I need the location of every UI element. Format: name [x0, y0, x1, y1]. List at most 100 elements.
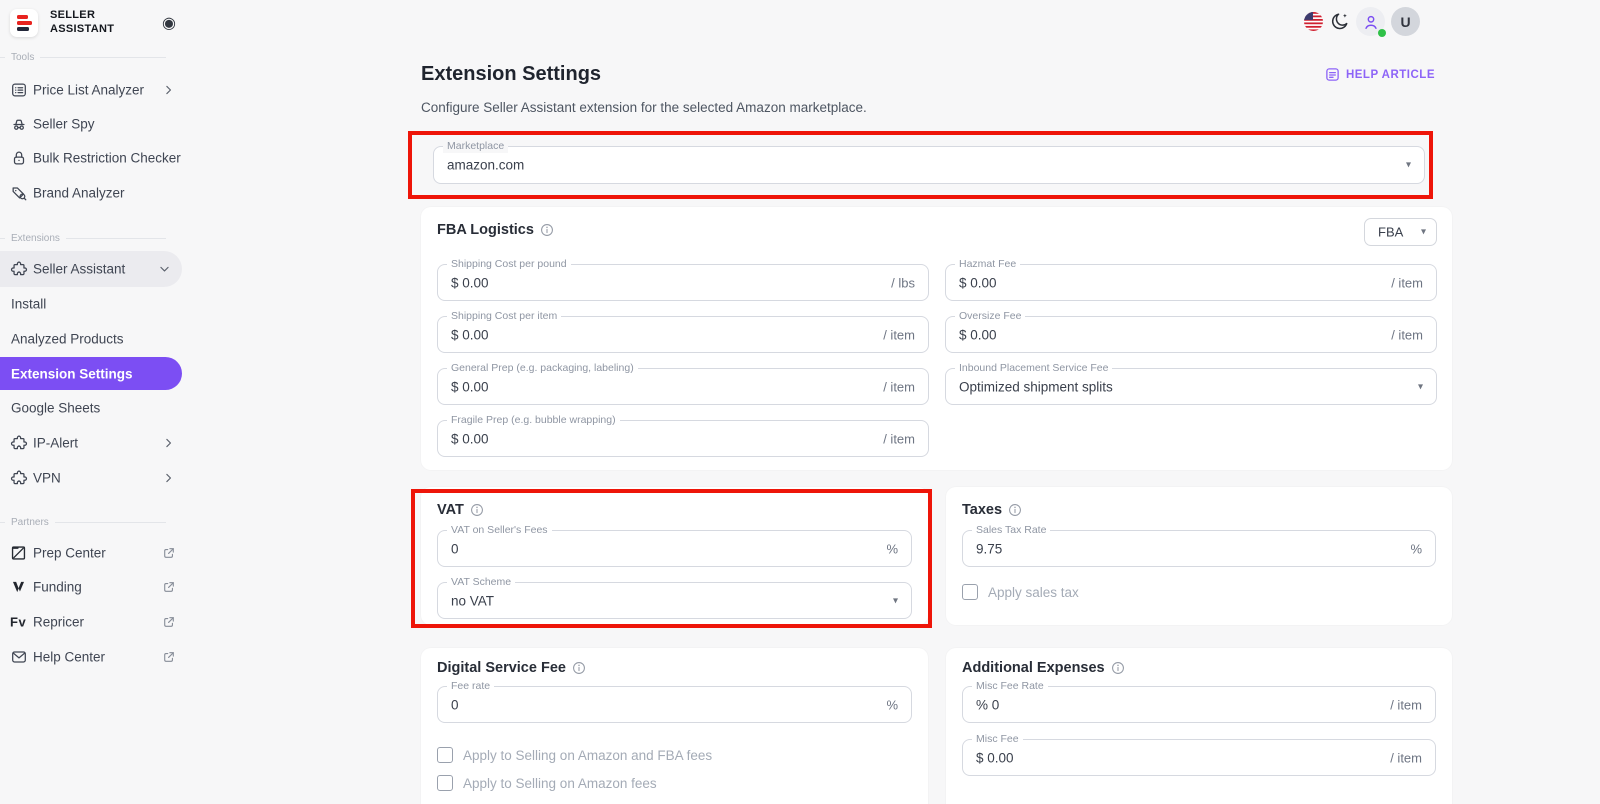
sidebar-item-analyzed-products[interactable]: Analyzed Products	[0, 322, 186, 356]
field-value: $ 0.00	[451, 431, 489, 446]
field-unit: %	[886, 697, 898, 712]
sidebar-item-price-list-analyzer[interactable]: Price List Analyzer	[0, 73, 186, 107]
field-label: Oversize Fee	[955, 310, 1026, 323]
general-prep-field[interactable]: General Prep (e.g. packaging, labeling) …	[437, 362, 929, 405]
sidebar-section-tools: Tools	[0, 50, 186, 64]
chevron-right-icon	[162, 84, 175, 97]
language-flag-icon[interactable]	[1304, 12, 1323, 31]
sidebar-item-label: Install	[11, 296, 47, 312]
sidebar-item-label: IP-Alert	[33, 435, 79, 451]
misc-fee-field[interactable]: Misc Fee $ 0.00 / item	[962, 733, 1436, 776]
page-subtitle: Configure Seller Assistant extension for…	[421, 100, 867, 115]
logo-bar	[17, 21, 32, 25]
sidebar-item-google-sheets[interactable]: Google Sheets	[0, 391, 186, 425]
field-label: Misc Fee	[972, 733, 1023, 746]
sidebar-item-seller-spy[interactable]: Seller Spy	[0, 107, 186, 141]
field-value: $ 0.00	[451, 327, 489, 342]
apply-sales-tax-checkbox[interactable]: Apply sales tax	[962, 584, 1079, 600]
info-icon[interactable]	[540, 223, 554, 237]
section-label: Partners	[11, 516, 49, 528]
chevron-right-icon	[162, 437, 175, 450]
checkbox-icon[interactable]	[962, 584, 978, 600]
marketplace-select[interactable]: Marketplace amazon.com ▾	[433, 140, 1425, 184]
page-title: Extension Settings	[421, 63, 602, 85]
field-value: % 0	[976, 697, 1000, 712]
taxes-card: Taxes Sales Tax Rate 9.75 % Apply sales …	[946, 487, 1452, 625]
card-title-text: Taxes	[962, 502, 1003, 518]
info-icon[interactable]	[1111, 661, 1125, 675]
checkbox-label: Apply sales tax	[988, 584, 1079, 600]
shipping-cost-per-item-field[interactable]: Shipping Cost per item $ 0.00 / item	[437, 310, 929, 353]
field-value: Optimized shipment splits	[959, 379, 1113, 394]
avatar-initial: U	[1400, 13, 1411, 30]
chevron-down-icon: ▾	[1405, 159, 1411, 171]
sidebar-item-install[interactable]: Install	[0, 287, 186, 321]
fba-mode-select[interactable]: FBA ▾	[1364, 218, 1437, 246]
tag-search-icon	[10, 184, 28, 202]
field-value: $ 0.00	[451, 379, 489, 394]
field-label: VAT on Seller's Fees	[447, 524, 552, 537]
checkbox-icon[interactable]	[437, 747, 453, 763]
sidebar-item-funding[interactable]: Funding	[0, 570, 186, 604]
sidebar-item-repricer[interactable]: Fv Repricer	[0, 605, 186, 639]
apply-amazon-fees-checkbox[interactable]: Apply to Selling on Amazon fees	[437, 775, 657, 791]
sidebar: SELLER ASSISTANT ◉ Tools Price List Anal…	[0, 0, 186, 804]
shipping-cost-per-pound-field[interactable]: Shipping Cost per pound $ 0.00 / lbs	[437, 258, 929, 301]
puzzle-icon	[10, 469, 28, 487]
logo-bar	[17, 15, 28, 19]
field-unit: / lbs	[891, 275, 915, 290]
info-icon[interactable]	[470, 503, 484, 517]
vat-title: VAT	[437, 502, 484, 518]
brand-logo-row: SELLER ASSISTANT ◉	[0, 0, 186, 48]
sales-tax-rate-field[interactable]: Sales Tax Rate 9.75 %	[962, 524, 1436, 567]
sidebar-item-label: Seller Spy	[33, 116, 95, 132]
article-icon	[1325, 67, 1340, 82]
vat-on-sellers-fees-field[interactable]: VAT on Seller's Fees 0 %	[437, 524, 912, 567]
external-link-icon	[163, 616, 175, 628]
field-unit: / item	[1390, 750, 1422, 765]
marketplace-value: amazon.com	[447, 157, 525, 173]
sidebar-item-help-center[interactable]: Help Center	[0, 640, 186, 674]
sidebar-item-label: Bulk Restriction Checker	[33, 150, 181, 166]
field-label: General Prep (e.g. packaging, labeling)	[447, 362, 638, 375]
fragile-prep-field[interactable]: Fragile Prep (e.g. bubble wrapping) $ 0.…	[437, 414, 929, 457]
sidebar-item-brand-analyzer[interactable]: Brand Analyzer	[0, 176, 186, 210]
extension-settings-page: { "brand": { "line1": "SELLER", "line2":…	[0, 0, 1600, 804]
sidebar-item-extension-settings[interactable]: Extension Settings	[0, 357, 182, 390]
field-unit: / item	[883, 327, 915, 342]
inbound-placement-select[interactable]: Inbound Placement Service Fee Optimized …	[945, 362, 1437, 405]
sidebar-item-seller-assistant[interactable]: Seller Assistant	[0, 251, 182, 287]
user-avatar[interactable]: U	[1391, 7, 1420, 36]
misc-fee-rate-field[interactable]: Misc Fee Rate % 0 / item	[962, 680, 1436, 723]
sidebar-item-ip-alert[interactable]: IP-Alert	[0, 426, 186, 460]
info-icon[interactable]	[1008, 503, 1022, 517]
digital-service-fee-card: Digital Service Fee Fee rate 0 % Apply t…	[421, 648, 928, 804]
sidebar-item-label: Help Center	[33, 649, 106, 665]
external-link-icon	[163, 547, 175, 559]
brand-name-line1: SELLER	[50, 9, 96, 21]
field-label: Shipping Cost per item	[447, 310, 562, 323]
sidebar-item-vpn[interactable]: VPN	[0, 461, 186, 495]
apply-amazon-and-fba-fees-checkbox[interactable]: Apply to Selling on Amazon and FBA fees	[437, 747, 712, 763]
help-article-link[interactable]: HELP ARTICLE	[1325, 67, 1435, 82]
info-icon[interactable]	[572, 661, 586, 675]
repricer-logo-icon: Fv	[10, 614, 27, 630]
section-label: Tools	[11, 51, 35, 63]
oversize-fee-field[interactable]: Oversize Fee $ 0.00 / item	[945, 310, 1437, 353]
sidebar-item-label: Extension Settings	[11, 366, 133, 381]
sidebar-item-prep-center[interactable]: Prep Center	[0, 536, 186, 570]
field-unit: %	[1410, 541, 1422, 556]
dark-mode-moon-icon[interactable]	[1330, 11, 1350, 31]
vat-scheme-select[interactable]: VAT Scheme no VAT ▾	[437, 576, 912, 619]
field-value: 0	[451, 541, 459, 556]
sidebar-item-bulk-restriction-checker[interactable]: Bulk Restriction Checker	[0, 141, 186, 175]
additional-expenses-card: Additional Expenses Misc Fee Rate % 0 / …	[946, 648, 1452, 804]
hazmat-fee-field[interactable]: Hazmat Fee $ 0.00 / item	[945, 258, 1437, 301]
sidebar-item-label: Brand Analyzer	[33, 185, 125, 201]
field-unit: / item	[883, 379, 915, 394]
fee-rate-field[interactable]: Fee rate 0 %	[437, 680, 912, 723]
checkbox-icon[interactable]	[437, 775, 453, 791]
sidebar-collapse-icon[interactable]: ◉	[162, 13, 176, 33]
field-unit: / item	[1391, 327, 1423, 342]
sidebar-item-label: Repricer	[33, 614, 85, 630]
